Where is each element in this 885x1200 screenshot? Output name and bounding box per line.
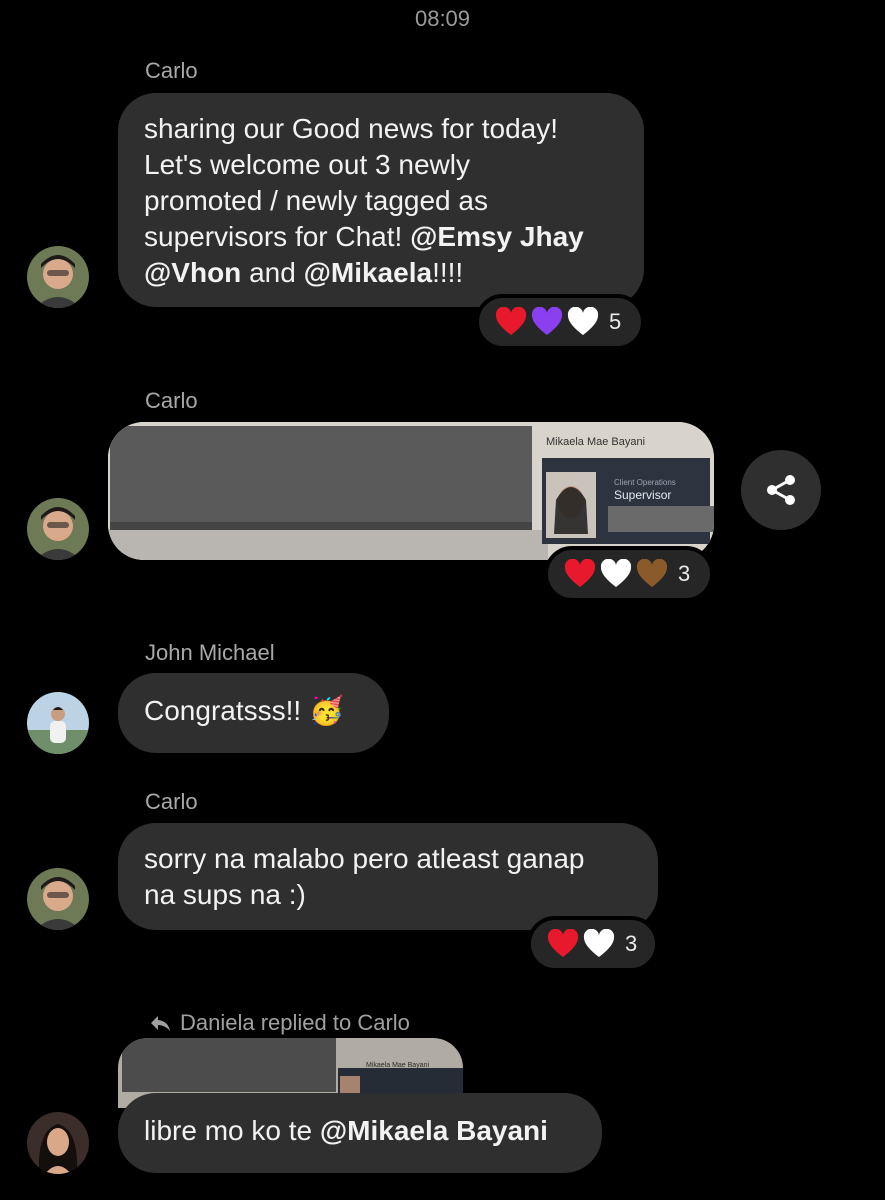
sender-name: John Michael <box>145 640 275 665</box>
avatar[interactable] <box>27 1112 89 1174</box>
mention[interactable]: @Vhon <box>144 257 241 288</box>
avatar[interactable] <box>27 246 89 308</box>
reaction-bar[interactable]: 3 <box>544 546 714 602</box>
sender-name: Carlo <box>145 388 198 413</box>
message-bubble[interactable]: libre mo ko te @Mikaela Bayani <box>118 1093 602 1173</box>
brown-heart-icon <box>636 559 668 587</box>
avatar[interactable] <box>27 498 89 560</box>
white-heart-icon <box>567 307 599 335</box>
message-text-line: Let's welcome out 3 newly <box>144 149 470 180</box>
message-text-line: promoted / newly tagged as <box>144 185 488 216</box>
purple-heart-icon <box>531 307 563 335</box>
mention[interactable]: @Mikaela <box>304 257 432 288</box>
photo-attachment[interactable]: Mikaela Mae Bayani Client Operations Sup… <box>108 422 714 560</box>
message-bubble[interactable]: Congratsss!! 🥳 <box>118 673 389 753</box>
photo-role: Supervisor <box>614 488 672 502</box>
red-heart-icon <box>564 559 596 587</box>
reaction-count: 5 <box>609 309 622 334</box>
sender-name: Carlo <box>145 789 198 814</box>
message-text-line: na sups na :) <box>144 879 306 910</box>
quoted-photo-caption: Mikaela Mae Bayani <box>366 1062 430 1069</box>
message-text-line: @Vhon and @Mikaela!!!! <box>144 257 464 288</box>
reply-label: Daniela replied to Carlo <box>180 1010 410 1035</box>
white-heart-icon <box>600 559 632 587</box>
reply-arrow-icon <box>151 1016 170 1031</box>
message-text: Congratsss!! 🥳 <box>144 695 344 726</box>
mention[interactable]: @Emsy Jhay <box>410 221 584 252</box>
message-bubble[interactable]: sharing our Good news for today! Let's w… <box>118 93 644 307</box>
photo-caption: Mikaela Mae Bayani <box>546 436 646 448</box>
reaction-bar[interactable]: 3 <box>527 916 659 972</box>
timestamp: 08:09 <box>414 6 471 31</box>
share-icon <box>767 475 795 505</box>
message-text-line: sorry na malabo pero atleast ganap <box>144 843 585 874</box>
reaction-count: 3 <box>625 931 638 956</box>
reaction-bar[interactable]: 5 <box>475 294 645 350</box>
avatar[interactable] <box>27 868 89 930</box>
sender-name: Carlo <box>145 58 198 83</box>
red-heart-icon <box>495 307 527 335</box>
share-button[interactable] <box>741 450 821 530</box>
photo-dept: Client Operations <box>614 478 676 487</box>
reply-header: Daniela replied to Carlo <box>148 1010 410 1036</box>
reaction-count: 3 <box>678 561 691 586</box>
red-heart-icon <box>547 929 579 957</box>
white-heart-icon <box>583 929 615 957</box>
avatar[interactable] <box>27 692 89 754</box>
message-text-line: sharing our Good news for today! <box>144 113 559 144</box>
message-bubble[interactable]: sorry na malabo pero atleast ganap na su… <box>118 823 658 930</box>
message-text: libre mo ko te @Mikaela Bayani <box>144 1115 548 1146</box>
message-text-line: supervisors for Chat! @Emsy Jhay <box>144 221 584 252</box>
mention[interactable]: @Mikaela Bayani <box>320 1115 548 1146</box>
